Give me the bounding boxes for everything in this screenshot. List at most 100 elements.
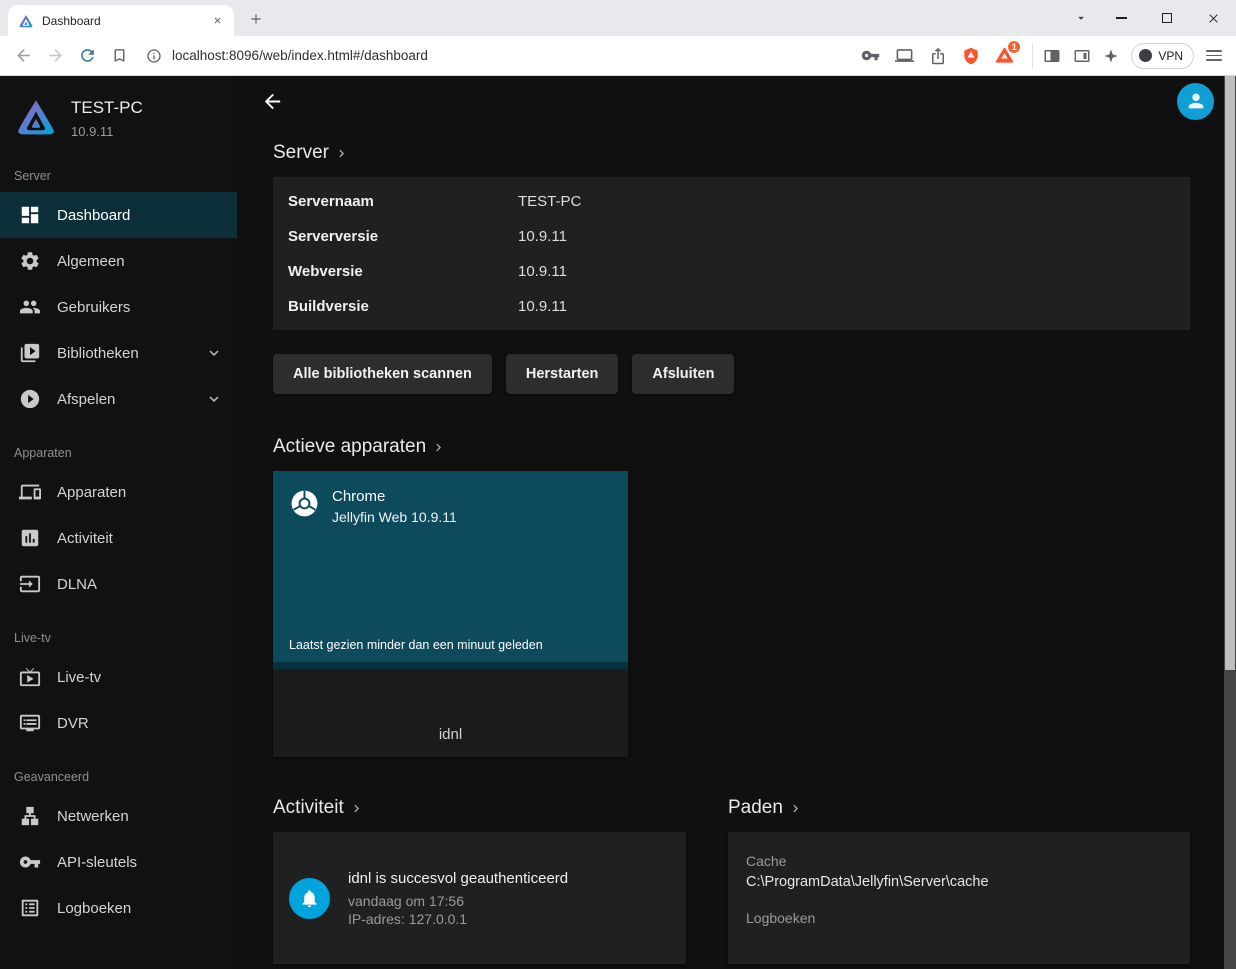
scrollbar-thumb[interactable] bbox=[1225, 76, 1235, 670]
restart-button[interactable]: Herstarten bbox=[506, 354, 619, 394]
chrome-icon bbox=[289, 488, 320, 519]
window-minimize-button[interactable] bbox=[1098, 0, 1144, 36]
reading-panel-icon[interactable] bbox=[1073, 47, 1091, 65]
chevron-down-icon[interactable] bbox=[205, 344, 223, 362]
library-icon bbox=[19, 342, 41, 364]
scan-libraries-button[interactable]: Alle bibliotheken scannen bbox=[273, 354, 492, 394]
menu-icon[interactable] bbox=[1206, 50, 1222, 61]
key-icon bbox=[19, 851, 41, 873]
chevron-right-icon bbox=[431, 440, 446, 455]
users-icon bbox=[19, 296, 41, 318]
sidebar-item-dvr[interactable]: DVR bbox=[0, 700, 237, 746]
paths-card: Cache C:\ProgramData\Jellyfin\Server\cac… bbox=[728, 832, 1190, 964]
activity-icon bbox=[19, 527, 41, 549]
info-row-servernaam: Servernaam TEST-PC bbox=[273, 184, 1190, 219]
server-header: TEST-PC 10.9.11 bbox=[0, 76, 237, 145]
paths-title: Paden bbox=[728, 797, 783, 819]
sidebar-item-dlna[interactable]: DLNA bbox=[0, 561, 237, 607]
session-footer: idnl bbox=[273, 669, 628, 757]
passwords-key-icon[interactable] bbox=[861, 46, 880, 65]
window-maximize-button[interactable] bbox=[1144, 0, 1190, 36]
info-row-webversie: Webversie 10.9.11 bbox=[273, 254, 1190, 289]
sidebar-item-gebruikers[interactable]: Gebruikers bbox=[0, 284, 237, 330]
main-content: Server Servernaam TEST-PC Serverversie 1… bbox=[237, 76, 1236, 969]
session-user: idnl bbox=[273, 726, 628, 743]
sidebar-item-label: Bibliotheken bbox=[57, 345, 139, 362]
sidebar-item-label: DLNA bbox=[57, 576, 97, 593]
send-to-devices-icon[interactable] bbox=[895, 46, 914, 65]
activity-section-link[interactable]: Activiteit bbox=[273, 797, 364, 819]
back-nav-icon[interactable] bbox=[8, 41, 38, 71]
section-label-live-tv: Live-tv bbox=[0, 607, 237, 654]
new-tab-button[interactable] bbox=[244, 7, 268, 31]
info-value: TEST-PC bbox=[518, 193, 581, 210]
address-bar[interactable]: localhost:8096/web/index.html#/dashboard… bbox=[136, 39, 1030, 73]
sidebar-item-bibliotheken[interactable]: Bibliotheken bbox=[0, 330, 237, 376]
sidebar-toggle-icon[interactable] bbox=[1043, 47, 1061, 65]
bookmark-icon[interactable] bbox=[104, 41, 134, 71]
chevron-down-icon[interactable] bbox=[205, 390, 223, 408]
sidebar-item-logboeken[interactable]: Logboeken bbox=[0, 885, 237, 931]
sidebar-item-label: API-sleutels bbox=[57, 854, 137, 871]
gear-icon bbox=[19, 250, 41, 272]
server-section-link[interactable]: Server bbox=[273, 142, 349, 164]
live-tv-icon bbox=[19, 666, 41, 688]
window-close-button[interactable] bbox=[1190, 0, 1236, 36]
sidebar-item-netwerken[interactable]: Netwerken bbox=[0, 793, 237, 839]
browser-tab[interactable]: Dashboard bbox=[8, 5, 234, 36]
sidebar-item-label: Logboeken bbox=[57, 900, 131, 917]
sidebar-item-label: DVR bbox=[57, 715, 89, 732]
sidebar-item-api-sleutels[interactable]: API-sleutels bbox=[0, 839, 237, 885]
session-divider bbox=[273, 662, 628, 669]
section-label-server: Server bbox=[0, 145, 237, 192]
path-value: C:\ProgramData\Jellyfin\Server\cache bbox=[746, 874, 1172, 890]
rewards-badge: 1 bbox=[1007, 40, 1021, 54]
forward-nav-icon[interactable] bbox=[40, 41, 70, 71]
sidebar-item-label: Live-tv bbox=[57, 669, 101, 686]
network-icon bbox=[19, 805, 41, 827]
browser-tab-strip: Dashboard bbox=[0, 0, 1236, 36]
vpn-label: VPN bbox=[1158, 49, 1183, 63]
sidebar-item-apparaten[interactable]: Apparaten bbox=[0, 469, 237, 515]
brave-rewards-icon[interactable]: 1 bbox=[995, 46, 1014, 65]
activity-title: Activiteit bbox=[273, 797, 344, 819]
active-devices-section-link[interactable]: Actieve apparaten bbox=[273, 436, 446, 458]
sidebar-item-label: Gebruikers bbox=[57, 299, 130, 316]
active-device-card[interactable]: Chrome Jellyfin Web 10.9.11 Laatst gezie… bbox=[273, 471, 628, 757]
sidebar-item-label: Activiteit bbox=[57, 530, 113, 547]
sidebar-item-live-tv[interactable]: Live-tv bbox=[0, 654, 237, 700]
share-icon[interactable] bbox=[929, 47, 947, 65]
activity-message: idnl is succesvol geauthenticeerd bbox=[348, 870, 568, 887]
user-avatar[interactable] bbox=[1177, 83, 1214, 120]
chevron-right-icon bbox=[334, 146, 349, 161]
brave-shield-icon[interactable] bbox=[962, 47, 980, 65]
leo-sparkle-icon[interactable] bbox=[1103, 48, 1119, 64]
server-version: 10.9.11 bbox=[71, 124, 143, 139]
chevron-right-icon bbox=[788, 801, 803, 816]
dvr-icon bbox=[19, 712, 41, 734]
dashboard-content: Server Servernaam TEST-PC Serverversie 1… bbox=[237, 142, 1236, 964]
sidebar: TEST-PC 10.9.11 Server Dashboard Algemee… bbox=[0, 76, 237, 969]
tab-search-chevron-icon[interactable] bbox=[1064, 0, 1098, 36]
vpn-button[interactable]: VPN bbox=[1131, 43, 1194, 69]
tab-close-icon[interactable] bbox=[208, 12, 226, 30]
jellyfin-logo bbox=[14, 95, 58, 139]
sidebar-item-dashboard[interactable]: Dashboard bbox=[0, 192, 237, 238]
server-section-title: Server bbox=[273, 142, 329, 164]
back-button[interactable] bbox=[261, 90, 284, 113]
page-scrollbar[interactable] bbox=[1224, 76, 1236, 969]
reload-icon[interactable] bbox=[72, 41, 102, 71]
server-name: TEST-PC bbox=[71, 98, 143, 118]
sidebar-item-algemeen[interactable]: Algemeen bbox=[0, 238, 237, 284]
path-label: Cache bbox=[746, 853, 1172, 869]
dashboard-icon bbox=[19, 204, 41, 226]
site-info-icon[interactable] bbox=[146, 48, 162, 64]
sidebar-item-activiteit[interactable]: Activiteit bbox=[0, 515, 237, 561]
paths-section-link[interactable]: Paden bbox=[728, 797, 803, 819]
sidebar-item-afspelen[interactable]: Afspelen bbox=[0, 376, 237, 422]
bell-icon bbox=[299, 888, 320, 909]
shutdown-button[interactable]: Afsluiten bbox=[632, 354, 734, 394]
activity-card[interactable]: idnl is succesvol geauthenticeerd vandaa… bbox=[273, 832, 686, 964]
info-value: 10.9.11 bbox=[518, 298, 567, 315]
url-text[interactable]: localhost:8096/web/index.html#/dashboard bbox=[172, 48, 428, 63]
